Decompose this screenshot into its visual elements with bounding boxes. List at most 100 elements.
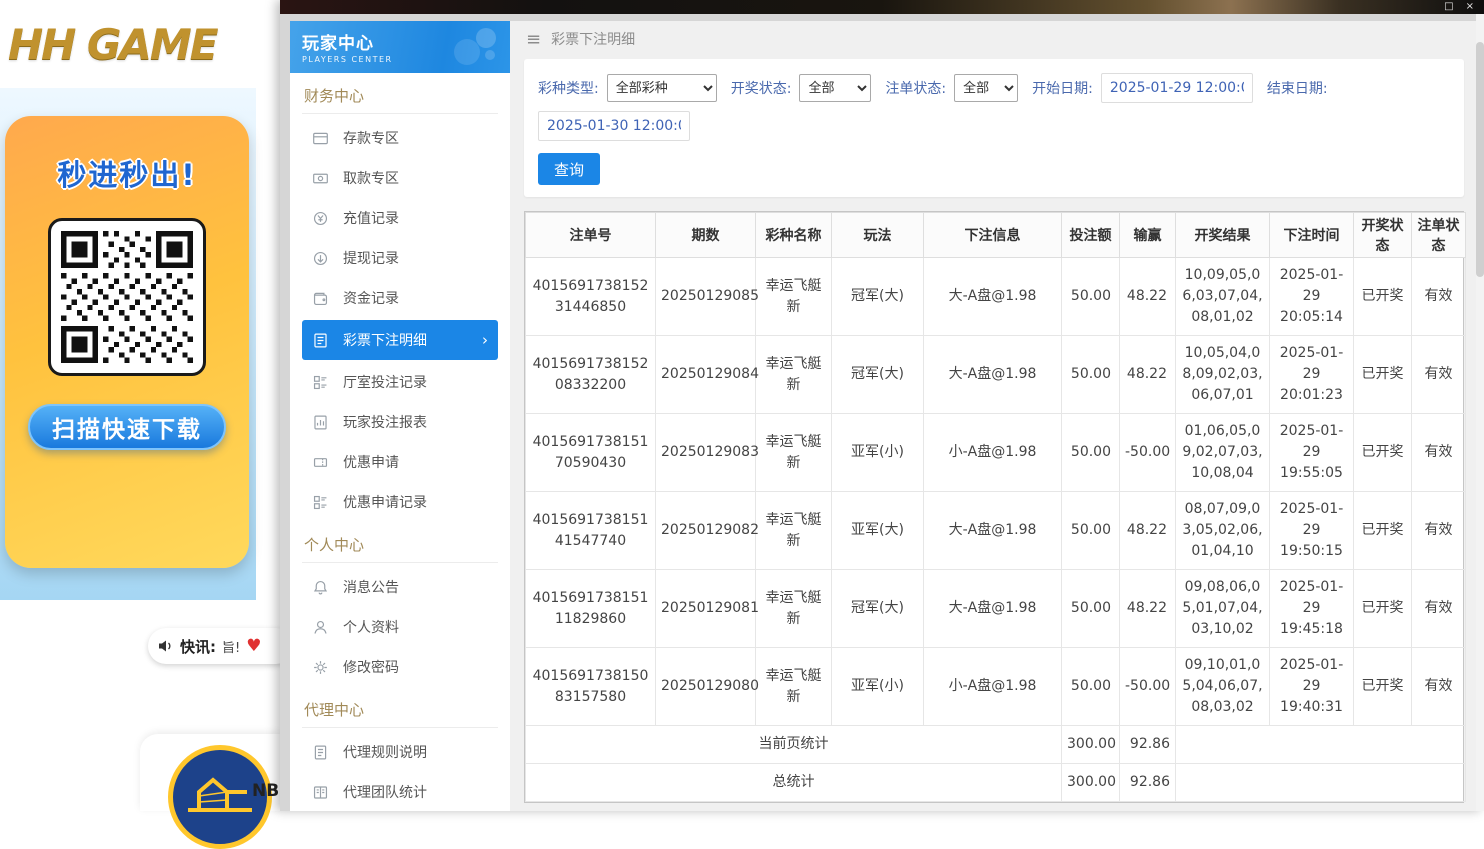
- summary-bet-total: 300.00: [1062, 764, 1120, 802]
- column-header: 开奖结果: [1176, 213, 1270, 258]
- sidebar-item-message-announcements[interactable]: 消息公告: [302, 567, 498, 607]
- sidebar-item-label: 优惠申请: [343, 452, 399, 472]
- sidebar-item-deposit-zone[interactable]: 存款专区: [302, 118, 498, 158]
- table-row: 40156917381523144685020250129085幸运飞艇新冠军(…: [526, 258, 1466, 336]
- sidebar-item-agent-team-stats[interactable]: 代理团队统计: [302, 772, 498, 811]
- column-header: 玩法: [832, 213, 924, 258]
- table-summary: 当前页统计 300.00 92.86 总统计 300.00 92.86: [526, 726, 1466, 802]
- coin-yen-icon: [312, 210, 329, 227]
- qr-code: [48, 218, 206, 376]
- summary-empty: [1176, 764, 1466, 802]
- section-title-personal: 个人中心: [302, 522, 498, 563]
- table-cell: 大-A盘@1.98: [924, 492, 1062, 570]
- table-cell: 401569173815231446850: [526, 258, 656, 336]
- table-cell: 09,10,01,05,04,06,07,08,03,02: [1176, 648, 1270, 726]
- start-date-input[interactable]: [1101, 73, 1253, 103]
- table-cell: 小-A盘@1.98: [924, 648, 1062, 726]
- table-cell: 401569173815111829860: [526, 570, 656, 648]
- table-cell: 小-A盘@1.98: [924, 414, 1062, 492]
- table-cell: 幸运飞艇新: [756, 492, 832, 570]
- sidebar-item-lottery-bet-details[interactable]: 彩票下注明细 ›: [302, 320, 498, 360]
- bet-details-table: 注单号 期数 彩种名称 玩法 下注信息 投注额 输赢 开奖结果 下注时间 开奖状…: [524, 211, 1464, 803]
- page-title: 彩票下注明细: [551, 29, 635, 49]
- speaker-icon: [158, 639, 174, 653]
- ticker-label: 快讯:: [180, 636, 216, 657]
- table-cell: 有效: [1412, 258, 1466, 336]
- scrollbar[interactable]: [1476, 14, 1484, 811]
- grid-list-icon: [312, 374, 329, 391]
- sidebar-item-withdrawal-records[interactable]: 提现记录: [302, 238, 498, 278]
- end-date-input[interactable]: [538, 111, 690, 141]
- table-cell: 2025-01-29 20:05:14: [1270, 258, 1354, 336]
- lottery-type-select[interactable]: 全部彩种: [607, 74, 717, 102]
- table-cell: 08,07,09,03,05,02,06,01,04,10: [1176, 492, 1270, 570]
- person-icon: [312, 619, 329, 636]
- table-cell: 10,05,04,08,09,02,03,06,07,01: [1176, 336, 1270, 414]
- restore-window-icon[interactable]: □: [1444, 2, 1453, 12]
- window-body: 玩家中心 PLAYERS CENTER 财务中心 存款专区: [280, 14, 1484, 811]
- nba-label: NB: [252, 781, 279, 801]
- search-button[interactable]: 查询: [538, 153, 600, 185]
- news-ticker: 快讯: 旨! ♥: [148, 628, 294, 664]
- sidebar-item-hall-bet-records[interactable]: 厅室投注记录: [302, 362, 498, 402]
- document-icon: [312, 744, 329, 761]
- sidebar-item-label: 厅室投注记录: [343, 372, 427, 392]
- table-cell: 冠军(大): [832, 258, 924, 336]
- table-cell: 2025-01-29 20:01:23: [1270, 336, 1354, 414]
- gamepad-watermark-icon: [450, 25, 502, 69]
- deposit-card-icon: [312, 130, 329, 147]
- column-header: 开奖状态: [1354, 213, 1412, 258]
- sidebar-item-withdraw-zone[interactable]: 取款专区: [302, 158, 498, 198]
- sidebar-item-change-password[interactable]: 修改密码: [302, 647, 498, 687]
- sidebar-section-finance: 财务中心 存款专区 取款专区 充值记录: [290, 73, 510, 522]
- draw-status-select[interactable]: 全部: [799, 74, 871, 102]
- wallet-icon: [312, 290, 329, 307]
- summary-empty: [1176, 726, 1466, 764]
- summary-label: 总统计: [526, 764, 1062, 802]
- sidebar-item-player-bet-report[interactable]: 玩家投注报表: [302, 402, 498, 442]
- book-stats-icon: [312, 784, 329, 801]
- table-cell: 2025-01-29 19:55:05: [1270, 414, 1354, 492]
- sidebar-item-agent-rules[interactable]: 代理规则说明: [302, 732, 498, 772]
- table-cell: 2025-01-29 19:50:15: [1270, 492, 1354, 570]
- table-cell: 冠军(大): [832, 336, 924, 414]
- order-status-select[interactable]: 全部: [954, 74, 1018, 102]
- sidebar-item-funds-records[interactable]: 资金记录: [302, 278, 498, 318]
- heart-icon: ♥: [246, 636, 261, 656]
- sidebar-item-promo-application[interactable]: 优惠申请: [302, 442, 498, 482]
- sidebar-item-label: 代理规则说明: [343, 742, 427, 762]
- column-header: 输赢: [1120, 213, 1176, 258]
- table-cell: 幸运飞艇新: [756, 648, 832, 726]
- window-titlebar: □ ×: [280, 0, 1484, 14]
- ticker-text: 旨!: [222, 637, 240, 656]
- download-button[interactable]: 扫描快速下载: [28, 404, 226, 450]
- bet-list-icon: [312, 332, 329, 349]
- table-row: 40156917381520833220020250129084幸运飞艇新冠军(…: [526, 336, 1466, 414]
- table-row: 40156917381517059043020250129083幸运飞艇新亚军(…: [526, 414, 1466, 492]
- table-cell: 401569173815083157580: [526, 648, 656, 726]
- scrollbar-thumb[interactable]: [1476, 42, 1484, 277]
- table-cell: 有效: [1412, 336, 1466, 414]
- sidebar-item-personal-profile[interactable]: 个人资料: [302, 607, 498, 647]
- end-date-label: 结束日期:: [1267, 78, 1328, 98]
- chevron-right-icon: ›: [482, 331, 488, 349]
- table-cell: 01,06,05,09,02,07,03,10,08,04: [1176, 414, 1270, 492]
- table-cell: 大-A盘@1.98: [924, 258, 1062, 336]
- column-header: 彩种名称: [756, 213, 832, 258]
- sidebar-item-promo-application-records[interactable]: 优惠申请记录: [302, 482, 498, 522]
- sidebar-item-recharge-records[interactable]: 充值记录: [302, 198, 498, 238]
- table-cell: 20250129083: [656, 414, 756, 492]
- table-body: 40156917381523144685020250129085幸运飞艇新冠军(…: [526, 258, 1466, 726]
- table-cell: 09,08,06,05,01,07,04,03,10,02: [1176, 570, 1270, 648]
- close-window-icon[interactable]: ×: [1466, 2, 1474, 12]
- summary-row-current-page: 当前页统计 300.00 92.86: [526, 726, 1466, 764]
- ticket-icon: [312, 454, 329, 471]
- section-title-agent: 代理中心: [302, 687, 498, 728]
- table-cell: 20250129085: [656, 258, 756, 336]
- gear-icon: [312, 659, 329, 676]
- hamburger-icon[interactable]: ≡: [526, 29, 541, 50]
- table-cell: 幸运飞艇新: [756, 414, 832, 492]
- table-cell: 401569173815170590430: [526, 414, 656, 492]
- summary-label: 当前页统计: [526, 726, 1062, 764]
- table-cell: 幸运飞艇新: [756, 336, 832, 414]
